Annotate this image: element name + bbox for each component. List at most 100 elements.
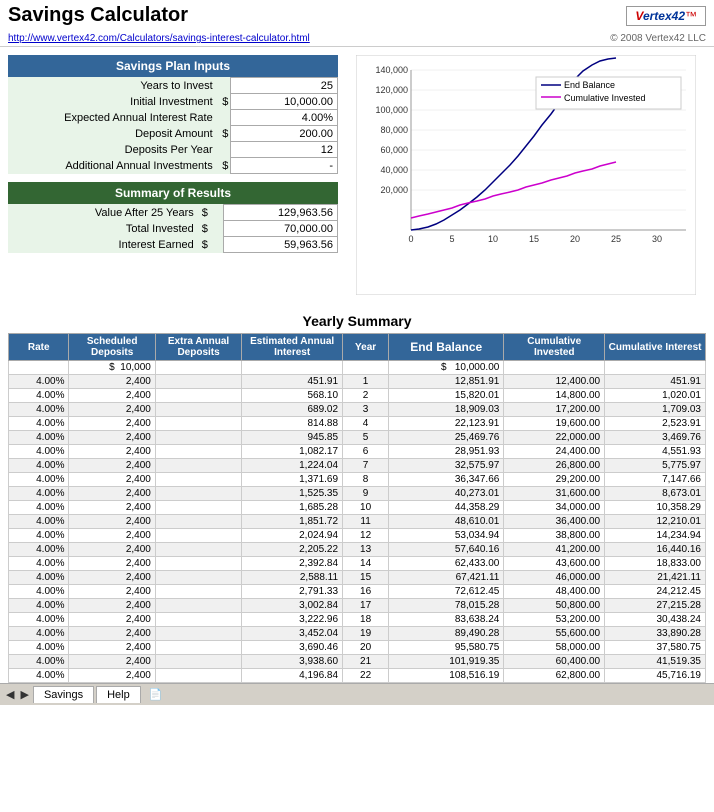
cell-rate: 4.00% <box>9 599 69 613</box>
cell-extra <box>155 403 241 417</box>
value-interest: 59,963.56 <box>224 237 338 253</box>
cell-year: 5 <box>343 431 389 445</box>
label-deposit: Deposit Amount <box>8 126 217 142</box>
table-row: 4.00% 2,400 1,851.72 11 48,610.01 36,400… <box>9 515 706 529</box>
cell-year: 1 <box>343 375 389 389</box>
cell-cum-invested: 38,800.00 <box>504 529 605 543</box>
tab-left-icon[interactable]: ◀ <box>4 686 16 703</box>
cell-cum-invested: 58,000.00 <box>504 641 605 655</box>
table-row: 4.00% 2,400 1,525.35 9 40,273.01 31,600.… <box>9 487 706 501</box>
table-row: 4.00% 2,400 3,222.96 18 83,638.24 53,200… <box>9 613 706 627</box>
cell-end: 67,421.11 <box>389 571 504 585</box>
tab-savings[interactable]: Savings <box>33 686 94 703</box>
cell-cum-interest: 33,890.28 <box>605 627 706 641</box>
dollar-after25: $ <box>198 205 224 221</box>
tab-sheet-icon[interactable]: 📄 <box>147 686 165 703</box>
cell-cum-invested: 50,800.00 <box>504 599 605 613</box>
cell-year: 12 <box>343 529 389 543</box>
value-rate[interactable]: 4.00% <box>231 110 338 126</box>
table-row: 4.00% 2,400 568.10 2 15,820.01 14,800.00… <box>9 389 706 403</box>
initial-cum-invested <box>504 361 605 375</box>
yearly-title: Yearly Summary <box>8 307 706 333</box>
cell-interest: 3,222.96 <box>242 613 343 627</box>
input-row-4: Deposits Per Year 12 <box>8 142 338 158</box>
table-row: 4.00% 2,400 2,024.94 12 53,034.94 38,800… <box>9 529 706 543</box>
cell-cum-interest: 24,212.45 <box>605 585 706 599</box>
th-year: Year <box>343 334 389 361</box>
url-link[interactable]: http://www.vertex42.com/Calculators/savi… <box>8 33 310 44</box>
table-row: 4.00% 2,400 689.02 3 18,909.03 17,200.00… <box>9 403 706 417</box>
main-content: Savings Plan Inputs Years to Invest 25 I… <box>0 47 714 303</box>
cell-rate: 4.00% <box>9 389 69 403</box>
value-additional[interactable]: - <box>231 158 338 174</box>
cell-cum-invested: 12,400.00 <box>504 375 605 389</box>
cell-cum-invested: 55,600.00 <box>504 627 605 641</box>
cell-end: 15,820.01 <box>389 389 504 403</box>
cell-rate: 4.00% <box>9 571 69 585</box>
initial-row: $ 10,000 $ 10,000.00 <box>9 361 706 375</box>
cell-end: 83,638.24 <box>389 613 504 627</box>
result-row-1: Total Invested $ 70,000.00 <box>8 221 338 237</box>
table-row: 4.00% 2,400 3,690.46 20 95,580.75 58,000… <box>9 641 706 655</box>
svg-text:40,000: 40,000 <box>380 165 408 175</box>
table-row: 4.00% 2,400 4,196.84 22 108,516.19 62,80… <box>9 669 706 683</box>
table-row: 4.00% 2,400 2,791.33 16 72,612.45 48,400… <box>9 585 706 599</box>
cell-end: 44,358.29 <box>389 501 504 515</box>
cell-scheduled: 2,400 <box>69 473 155 487</box>
table-row: 4.00% 2,400 1,082.17 6 28,951.93 24,400.… <box>9 445 706 459</box>
th-scheduled: Scheduled Deposits <box>69 334 155 361</box>
cell-rate: 4.00% <box>9 585 69 599</box>
cell-interest: 3,452.04 <box>242 627 343 641</box>
cell-scheduled: 2,400 <box>69 501 155 515</box>
cell-interest: 1,082.17 <box>242 445 343 459</box>
cell-cum-interest: 3,469.76 <box>605 431 706 445</box>
cell-extra <box>155 445 241 459</box>
savings-chart: 140,000 120,000 100,000 80,000 60,000 40… <box>356 55 696 295</box>
cell-year: 19 <box>343 627 389 641</box>
cell-extra <box>155 473 241 487</box>
cell-scheduled: 2,400 <box>69 627 155 641</box>
dollar-years <box>217 78 231 94</box>
cell-rate: 4.00% <box>9 641 69 655</box>
result-row-2: Interest Earned $ 59,963.56 <box>8 237 338 253</box>
cell-scheduled: 2,400 <box>69 557 155 571</box>
cell-cum-invested: 26,800.00 <box>504 459 605 473</box>
cell-rate: 4.00% <box>9 417 69 431</box>
cell-interest: 689.02 <box>242 403 343 417</box>
cell-cum-invested: 36,400.00 <box>504 515 605 529</box>
cell-end: 12,851.91 <box>389 375 504 389</box>
svg-text:25: 25 <box>611 234 621 244</box>
cell-cum-interest: 30,438.24 <box>605 613 706 627</box>
cell-interest: 2,024.94 <box>242 529 343 543</box>
cell-extra <box>155 459 241 473</box>
cell-rate: 4.00% <box>9 627 69 641</box>
cell-scheduled: 2,400 <box>69 571 155 585</box>
cell-scheduled: 2,400 <box>69 403 155 417</box>
cell-scheduled: 2,400 <box>69 543 155 557</box>
input-row-0: Years to Invest 25 <box>8 78 338 94</box>
cell-cum-invested: 41,200.00 <box>504 543 605 557</box>
tab-help[interactable]: Help <box>96 686 141 703</box>
table-header-row: Rate Scheduled Deposits Extra Annual Dep… <box>9 334 706 361</box>
cell-interest: 2,791.33 <box>242 585 343 599</box>
cell-extra <box>155 557 241 571</box>
cell-rate: 4.00% <box>9 459 69 473</box>
value-years[interactable]: 25 <box>231 78 338 94</box>
dollar-additional: $ <box>217 158 231 174</box>
label-after25: Value After 25 Years <box>8 205 198 221</box>
table-row: 4.00% 2,400 814.88 4 22,123.91 19,600.00… <box>9 417 706 431</box>
cell-year: 21 <box>343 655 389 669</box>
cell-year: 7 <box>343 459 389 473</box>
cell-interest: 1,371.69 <box>242 473 343 487</box>
tab-right-icon[interactable]: ▶ <box>18 686 30 703</box>
cell-year: 10 <box>343 501 389 515</box>
tab-bar: ◀ ▶ Savings Help 📄 <box>0 683 714 705</box>
svg-text:15: 15 <box>529 234 539 244</box>
input-row-1: Initial Investment $ 10,000.00 <box>8 94 338 110</box>
cell-rate: 4.00% <box>9 431 69 445</box>
value-deposit[interactable]: 200.00 <box>231 126 338 142</box>
value-dpy[interactable]: 12 <box>231 142 338 158</box>
value-initial[interactable]: 10,000.00 <box>231 94 338 110</box>
input-row-3: Deposit Amount $ 200.00 <box>8 126 338 142</box>
cell-scheduled: 2,400 <box>69 585 155 599</box>
